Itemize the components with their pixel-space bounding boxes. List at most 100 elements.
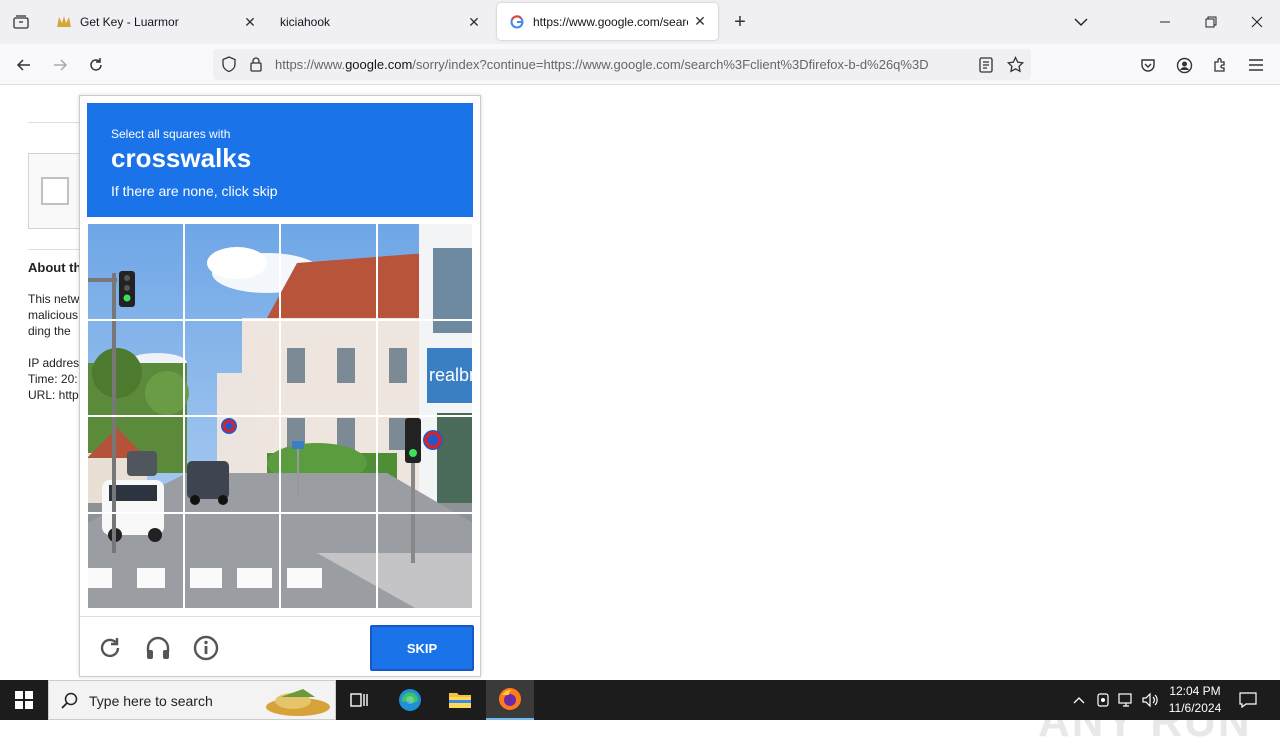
close-icon — [1251, 16, 1263, 28]
file-explorer-taskbar-button[interactable] — [436, 680, 484, 720]
close-window-button[interactable] — [1234, 0, 1280, 44]
close-tab-icon[interactable]: ✕ — [462, 10, 486, 34]
forward-button[interactable] — [47, 52, 73, 78]
edge-browser-icon — [399, 689, 421, 711]
captcha-tile[interactable] — [183, 319, 280, 416]
captcha-header: Select all squares with crosswalks If th… — [87, 103, 473, 217]
meet-now-button[interactable] — [1092, 680, 1114, 720]
menu-button[interactable] — [1243, 52, 1269, 78]
back-button[interactable] — [11, 52, 37, 78]
tab-title: Get Key - Luarmor — [80, 15, 179, 29]
show-hidden-icons-button[interactable] — [1068, 680, 1090, 720]
chevron-down-icon — [1074, 18, 1088, 26]
url-bar[interactable]: https://www.google.com/sorry/index?conti… — [213, 49, 1031, 80]
captcha-tile[interactable] — [376, 512, 473, 609]
account-icon — [1176, 57, 1192, 73]
captcha-tile[interactable] — [87, 512, 184, 609]
pocket-button[interactable] — [1135, 52, 1161, 78]
minimize-button[interactable] — [1142, 0, 1188, 44]
list-all-tabs-button[interactable] — [1058, 0, 1104, 44]
new-tab-button[interactable]: + — [728, 10, 752, 34]
clock-time: 12:04 PM — [1169, 684, 1221, 698]
search-highlight-icon — [266, 689, 330, 716]
search-placeholder: Type here to search — [89, 693, 213, 709]
captcha-challenge-dialog: Select all squares with crosswalks If th… — [79, 95, 481, 677]
page-content: About th This netw malicious ding the IP… — [0, 85, 1280, 746]
captcha-tile[interactable] — [87, 416, 184, 513]
edge-taskbar-button[interactable] — [386, 680, 434, 720]
body-line: malicious — [28, 308, 79, 322]
reload-icon — [90, 58, 102, 71]
tab-google-search[interactable]: https://www.google.com/search ✕ — [497, 3, 718, 40]
captcha-instruction: Select all squares with — [111, 127, 231, 141]
captcha-tile[interactable] — [280, 416, 377, 513]
close-tab-icon[interactable]: ✕ — [238, 10, 262, 34]
headphones-icon — [146, 636, 170, 659]
reload-challenge-button[interactable] — [95, 633, 125, 663]
navigation-toolbar: https://www.google.com/sorry/index?conti… — [0, 44, 1280, 85]
tab-kiciahook[interactable]: kiciahook ✕ — [268, 2, 492, 42]
taskbar-search-box[interactable]: Type here to search — [48, 680, 336, 720]
body-line: ding the — [28, 324, 71, 338]
ip-address-line: IP addres — [28, 356, 80, 370]
volume-button[interactable] — [1140, 680, 1162, 720]
captcha-tile[interactable] — [280, 223, 377, 320]
tab-list-icon — [13, 15, 29, 29]
captcha-tiles — [87, 223, 473, 609]
reader-view-icon[interactable] — [979, 57, 993, 73]
notifications-button[interactable] — [1234, 680, 1262, 720]
shield-icon[interactable] — [221, 56, 237, 73]
captcha-tile[interactable] — [376, 416, 473, 513]
chevron-up-icon — [1073, 697, 1085, 704]
audio-challenge-button[interactable] — [143, 633, 173, 663]
tab-get-key[interactable]: Get Key - Luarmor ✕ — [44, 2, 268, 42]
recaptcha-checkbox[interactable] — [41, 177, 69, 205]
captcha-tile[interactable] — [87, 223, 184, 320]
captcha-image-grid: realbro — [87, 223, 473, 609]
device-icon — [1097, 693, 1109, 707]
restore-icon — [1205, 16, 1217, 28]
start-button[interactable] — [0, 680, 48, 720]
captcha-tile[interactable] — [376, 223, 473, 320]
search-icon — [61, 692, 78, 709]
url-text[interactable]: https://www.google.com/sorry/index?conti… — [275, 57, 970, 72]
captcha-tile[interactable] — [376, 319, 473, 416]
hamburger-menu-icon — [1249, 59, 1263, 71]
captcha-target: crosswalks — [111, 143, 252, 173]
lock-icon[interactable] — [249, 56, 263, 72]
firefox-icon — [499, 688, 521, 710]
luarmor-favicon-icon — [56, 14, 72, 30]
captcha-hint: If there are none, click skip — [111, 183, 278, 199]
notification-icon — [1239, 692, 1257, 708]
restore-button[interactable] — [1188, 0, 1234, 44]
body-line: This netw — [28, 292, 80, 306]
close-tab-icon[interactable]: ✕ — [688, 10, 712, 34]
tab-title: https://www.google.com/search — [533, 14, 688, 29]
captcha-tile[interactable] — [87, 319, 184, 416]
star-bookmark-icon[interactable] — [1007, 56, 1024, 73]
tab-list-button[interactable] — [0, 0, 42, 44]
captcha-tile[interactable] — [183, 416, 280, 513]
firefox-taskbar-button[interactable] — [486, 680, 534, 720]
reload-button[interactable] — [83, 52, 109, 78]
task-view-button[interactable] — [336, 680, 384, 720]
extensions-button[interactable] — [1207, 52, 1233, 78]
info-icon — [193, 635, 219, 661]
minimize-icon — [1160, 21, 1170, 23]
about-heading: About th — [28, 260, 80, 275]
account-button[interactable] — [1171, 52, 1197, 78]
reload-icon — [100, 638, 120, 658]
captcha-tile[interactable] — [280, 512, 377, 609]
skip-button[interactable]: SKIP — [370, 625, 474, 671]
time-line: Time: 20: — [28, 372, 78, 386]
task-view-icon — [350, 693, 368, 707]
network-button[interactable] — [1116, 680, 1138, 720]
speaker-icon — [1142, 692, 1158, 708]
tab-bar: Get Key - Luarmor ✕ kiciahook ✕ https://… — [0, 0, 1280, 44]
windows-logo-icon — [15, 691, 33, 709]
captcha-tile[interactable] — [183, 512, 280, 609]
captcha-tile[interactable] — [280, 319, 377, 416]
system-clock[interactable]: 12:04 PM 11/6/2024 — [1160, 683, 1230, 717]
help-button[interactable] — [191, 633, 221, 663]
captcha-tile[interactable] — [183, 223, 280, 320]
